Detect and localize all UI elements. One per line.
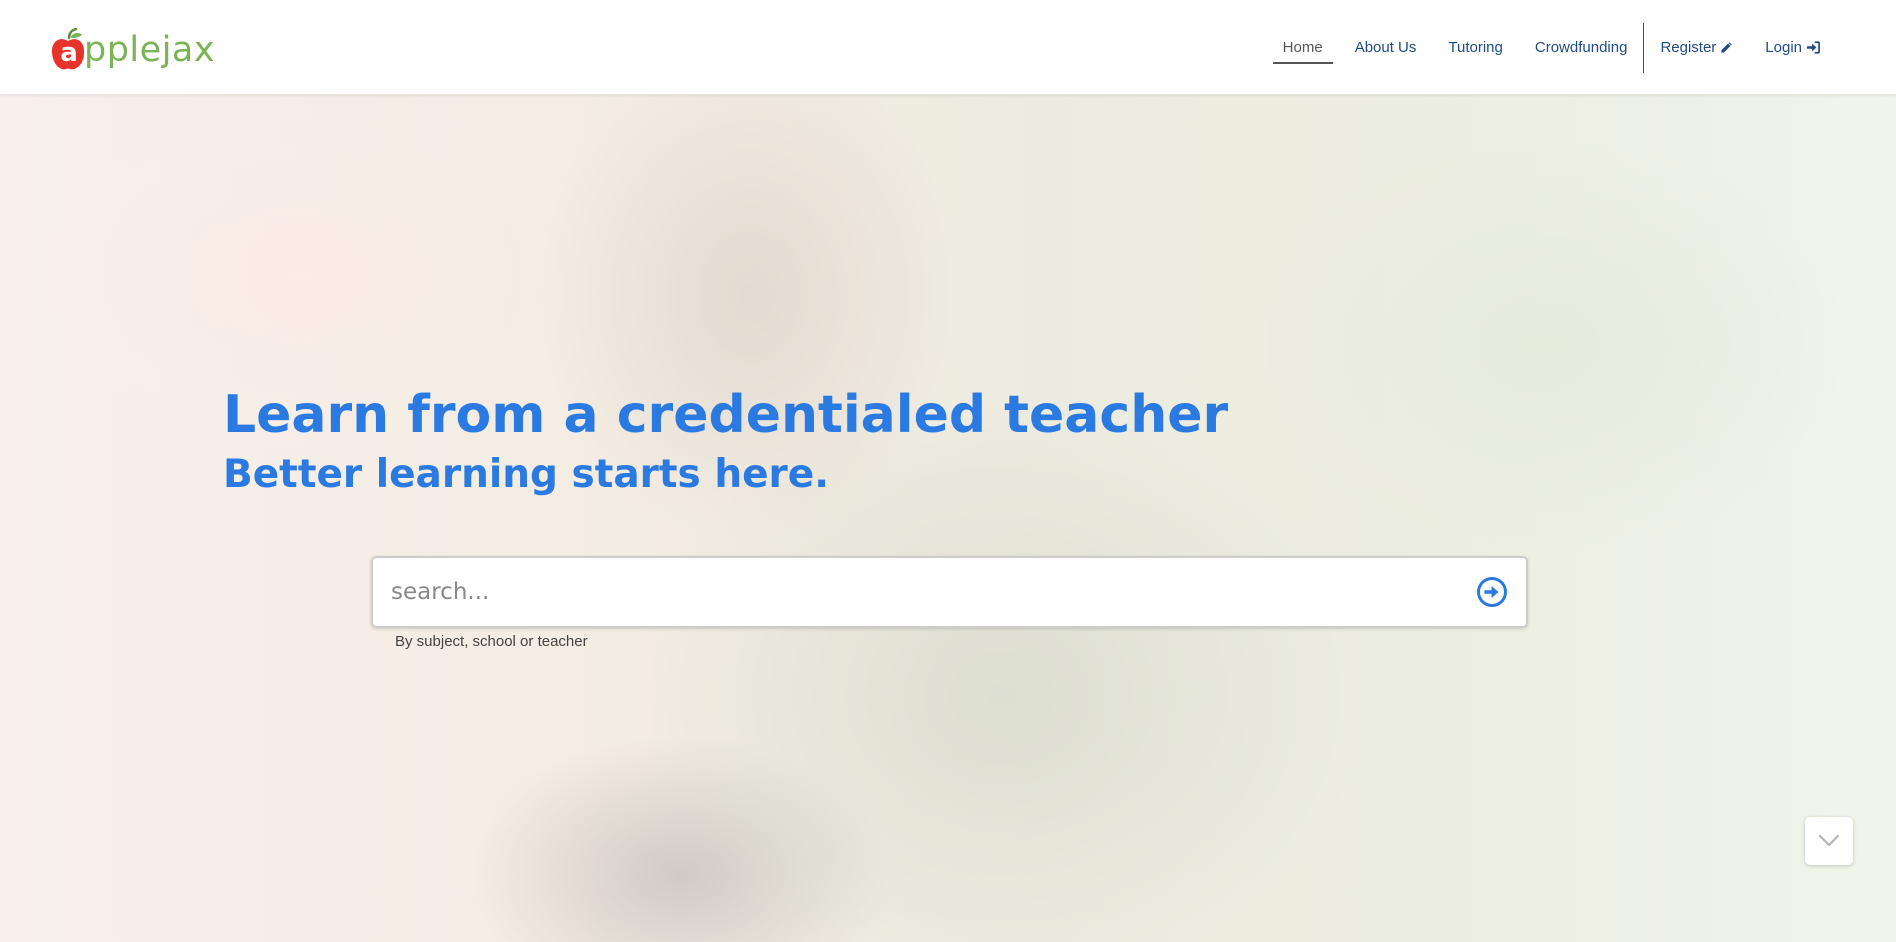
search-box — [371, 556, 1528, 628]
sign-in-icon — [1806, 41, 1820, 54]
nav-register-label: Register — [1660, 39, 1717, 56]
main-nav: Home About Us Tutoring Crowdfunding Regi… — [1267, 0, 1836, 95]
nav-register[interactable]: Register — [1644, 0, 1749, 95]
nav-tutoring-label: Tutoring — [1448, 39, 1503, 56]
nav-login-label: Login — [1765, 39, 1802, 56]
chevron-down-icon — [1818, 834, 1840, 847]
hero-section: Learn from a credentialed teacher Better… — [0, 95, 1896, 942]
search-hint: By subject, school or teacher — [395, 633, 588, 650]
nav-crowdfunding-label: Crowdfunding — [1534, 39, 1628, 56]
apple-logo-icon: a — [50, 28, 86, 72]
logo-text: pplejax — [84, 30, 216, 70]
applejax-logo[interactable]: a pplejax — [50, 22, 215, 72]
nav-tutoring[interactable]: Tutoring — [1432, 0, 1518, 95]
hero-headline: Learn from a credentialed teacher — [223, 385, 1229, 445]
search-input[interactable] — [389, 558, 1449, 626]
hero-subheadline: Better learning starts here. — [223, 452, 830, 497]
nav-home[interactable]: Home — [1267, 0, 1339, 95]
nav-about-us[interactable]: About Us — [1339, 0, 1433, 95]
nav-about-us-label: About Us — [1354, 39, 1417, 56]
nav-crowdfunding[interactable]: Crowdfunding — [1519, 0, 1644, 95]
logo-letter: a — [60, 38, 78, 68]
search-submit-button[interactable] — [1476, 576, 1508, 608]
nav-login[interactable]: Login — [1749, 0, 1836, 95]
arrow-circle-right-icon — [1477, 577, 1507, 607]
nav-home-label: Home — [1282, 39, 1323, 56]
scroll-down-button[interactable] — [1805, 817, 1853, 865]
hero-background-photo — [0, 95, 1896, 942]
pencil-icon — [1720, 41, 1733, 54]
top-navbar: a pplejax Home About Us Tutoring Crowdfu… — [0, 0, 1896, 95]
